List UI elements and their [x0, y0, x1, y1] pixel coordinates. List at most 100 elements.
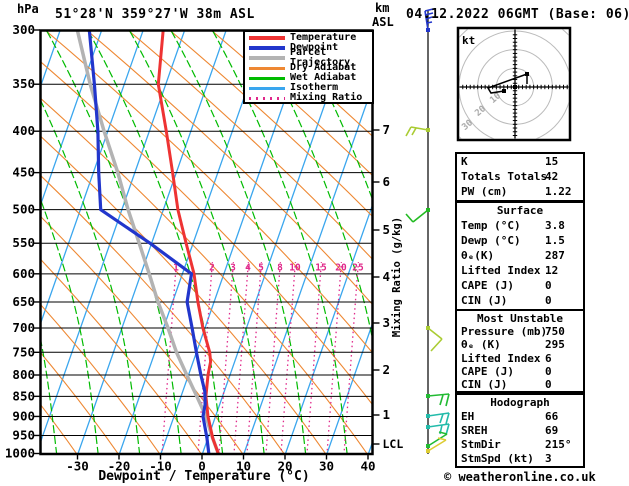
temp-tick-label: 30: [319, 459, 334, 474]
table-row-value: 287: [545, 249, 565, 262]
table-row-value: 0: [545, 377, 552, 391]
pressure-tick-label: 600: [12, 266, 35, 281]
legend-swatch-temperature: [249, 36, 285, 40]
wind-barb-column: [405, 8, 450, 454]
mixing-ratio-line: [326, 261, 343, 454]
table-row-label: CIN (J): [461, 377, 508, 391]
table-row-value: 66: [545, 410, 559, 423]
wind-barb-stroke: [412, 209, 429, 223]
km-tick-label: 4: [383, 269, 391, 284]
table-row-label: CIN (J): [461, 294, 508, 307]
table-row-label: Temp (°C): [461, 219, 521, 232]
mixing-ratio-line: [280, 261, 297, 454]
table-row: Pressure (mb) 750: [457, 325, 583, 338]
table-row-value: 15: [545, 155, 559, 168]
table-row: Dewp (°C) 1.5: [457, 234, 583, 249]
table-title: Most Unstable: [476, 312, 564, 325]
table-row: CAPE (J) 0: [457, 365, 583, 378]
pressure-tick-label: 350: [12, 76, 35, 91]
table-hodograph: Hodograph EH 66 SREH 69 StmDir 215° StmSpd (kt)…: [455, 393, 585, 468]
wind-barb-stroke: [445, 412, 450, 425]
table-row-value: 1.22: [545, 185, 572, 198]
mixing-ratio-line: [343, 261, 360, 454]
wind-barb-stroke: [410, 126, 429, 131]
table-row-label: Pressure (mb): [461, 325, 548, 339]
table-row-label: θₑ(K): [461, 249, 495, 262]
table-row-label: K: [461, 155, 468, 168]
wind-barb-stroke: [427, 412, 450, 417]
mixing-ratio-label: 20: [335, 263, 347, 274]
km-tick-label: 5: [383, 222, 391, 237]
temp-tick-label: -30: [66, 459, 89, 474]
wind-barb-stroke: [427, 327, 443, 340]
pressure-tick-label: 700: [12, 320, 35, 335]
table-row-value: 12: [545, 264, 559, 277]
mixing-ratio-label: 25: [352, 263, 364, 274]
wind-barb-stroke: [439, 394, 444, 406]
altitude-axis-unit-asl: ASL: [372, 15, 394, 29]
km-tick-label: 2: [383, 362, 391, 377]
wind-barb-dot: [426, 414, 430, 418]
table-row-value: 0: [545, 294, 552, 307]
legend-swatch-mixing-ratio: [249, 96, 285, 100]
pressure-tick-label: 550: [12, 235, 35, 250]
wind-barb-dot: [426, 28, 430, 32]
legend-box: Temperature Dewpoint Parcel Trajectory Dry …: [243, 30, 374, 104]
temperature-curve: [156, 31, 220, 454]
table-row-label: Lifted Index: [461, 351, 541, 365]
lcl-label: LCL: [383, 437, 404, 451]
table-row: K 15: [457, 155, 583, 170]
temp-tick-label: 40: [360, 459, 375, 474]
table-row-value: 750: [545, 325, 565, 339]
table-row: Lifted Index 12: [457, 264, 583, 279]
mixing-ratio-line: [218, 261, 235, 454]
wind-barb-stroke: [427, 393, 450, 397]
legend-swatch-wet-adiabat: [249, 76, 285, 80]
hodograph-trace-dot: [502, 89, 506, 93]
mixing-ratio-line: [265, 261, 282, 454]
km-tick-label: 3: [383, 315, 391, 330]
table-row-value: 0: [545, 279, 552, 292]
legend-swatch-dry-adiabat: [249, 66, 285, 70]
hodograph-trace-dot: [513, 85, 517, 89]
legend-item: Mixing Ratio: [245, 93, 372, 103]
table-row: CAPE (J) 0: [457, 279, 583, 294]
km-tick-label: 7: [383, 122, 391, 137]
hodograph-trace-dot: [525, 72, 529, 76]
pressure-tick-label: 650: [12, 294, 35, 309]
pressure-tick-label: 800: [12, 367, 35, 382]
table-row: StmDir 215°: [457, 438, 583, 452]
pressure-axis-unit: hPa: [17, 2, 39, 16]
table-row: Temp (°C) 3.8: [457, 219, 583, 234]
wind-barb-dot: [426, 208, 430, 212]
table-row-label: CAPE (J): [461, 364, 514, 378]
pressure-tick-label: 900: [12, 408, 35, 423]
wind-barb-dot: [426, 326, 430, 330]
pressure-tick-label: 750: [12, 344, 35, 359]
table-row-label: EH: [461, 410, 475, 423]
wind-barb-stroke: [405, 213, 414, 223]
pressure-tick-label: 300: [12, 22, 35, 37]
table-row: Lifted Index 6: [457, 352, 583, 365]
wind-barb-stroke: [405, 126, 412, 137]
wind-barb-dot: [426, 444, 430, 448]
table-row-label: θₑ (K): [461, 338, 501, 352]
hodograph-plot: 102030kt: [456, 26, 572, 142]
table-row-label: Lifted Index: [461, 264, 541, 277]
mixing-ratio-label: 8: [277, 263, 283, 274]
pressure-tick-label: 450: [12, 165, 35, 180]
table-row: CIN (J) 0: [457, 378, 583, 391]
legend-label: Mixing Ratio: [290, 92, 363, 103]
table-row-value: 6: [545, 351, 552, 365]
table-row: CIN (J) 0: [457, 294, 583, 309]
pressure-tick-label: 500: [12, 202, 35, 217]
hodograph-unit-label: kt: [462, 34, 475, 47]
wind-barb-stroke: [445, 393, 450, 407]
table-row-label: SREH: [461, 424, 488, 437]
mixing-ratio-label: 15: [315, 263, 327, 274]
wind-barb-stroke: [430, 338, 443, 352]
table-indices: K 15 Totals Totals 42 PW (cm) 1.22: [455, 152, 585, 202]
mixing-ratio-label: 4: [245, 263, 251, 274]
legend-swatch-parcel-trajectory: [249, 56, 285, 60]
table-row-value: 0: [545, 364, 552, 378]
